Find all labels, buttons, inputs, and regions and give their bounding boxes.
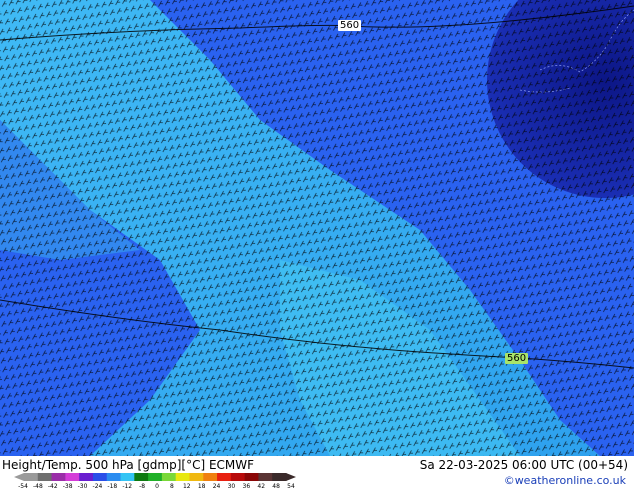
legend-tick-label: -12	[122, 483, 133, 490]
legend-arrow-right	[286, 473, 296, 481]
legend-swatch	[51, 473, 66, 481]
legend-tick-label: 8	[169, 483, 174, 490]
legend-tick-label: 30	[227, 483, 236, 490]
legend-swatch	[161, 473, 177, 481]
legend-swatch	[217, 473, 232, 481]
legend-tick-label: -18	[107, 483, 118, 490]
map-page: 560 560 Height/Temp. 500 hPa [gdmp][°C] …	[0, 0, 634, 490]
legend-tick-label: -8	[139, 483, 146, 490]
legend-swatch	[37, 473, 53, 481]
legend-swatch	[272, 473, 287, 481]
legend-swatch	[258, 473, 273, 481]
legend-tick-label: 12	[182, 483, 191, 490]
legend-tick-label: -30	[77, 483, 88, 490]
legend-arrow-left	[14, 473, 24, 481]
map-footer: Height/Temp. 500 hPa [gdmp][°C] ECMWF Sa…	[0, 456, 634, 490]
legend-tick-label: 42	[257, 483, 266, 490]
legend-swatch	[148, 473, 163, 481]
legend-tick-label: 48	[272, 483, 280, 490]
legend-tick-label: -42	[47, 483, 58, 490]
color-legend	[14, 473, 296, 481]
legend-swatch	[230, 473, 246, 481]
legend-swatch	[79, 473, 94, 481]
legend-tick-label: -24	[92, 483, 103, 490]
legend-swatch	[65, 473, 80, 481]
contour-label: 560	[338, 20, 362, 31]
legend-tick-label: 0	[155, 483, 159, 490]
legend-swatch	[24, 473, 39, 481]
legend-tick-label: 24	[212, 483, 221, 490]
legend-tick-label: -54	[18, 483, 28, 490]
legend-swatch	[106, 473, 122, 481]
legend-tick-label: -38	[62, 483, 73, 490]
legend-tick-label: 18	[197, 483, 206, 490]
map-title: Height/Temp. 500 hPa [gdmp][°C] ECMWF	[2, 458, 255, 472]
legend-tick-label: 36	[242, 483, 251, 490]
legend-swatch	[134, 473, 149, 481]
legend-swatch	[189, 473, 204, 481]
legend-tick-label: 54	[287, 483, 295, 490]
legend-swatch	[92, 473, 108, 481]
legend-swatch	[244, 473, 259, 481]
contour-label: 560	[505, 353, 529, 364]
map-canvas	[0, 0, 634, 456]
wind-barbs	[0, 0, 634, 456]
legend-tick-label: -48	[32, 483, 43, 490]
legend-swatch	[175, 473, 190, 481]
credit-link[interactable]: ©weatheronline.co.uk	[504, 474, 626, 487]
forecast-datetime: Sa 22-03-2025 06:00 UTC (00+54)	[419, 458, 628, 472]
legend-swatch	[203, 473, 218, 481]
legend-swatch	[120, 473, 135, 481]
weather-map[interactable]: 560 560	[0, 0, 634, 456]
legend-ticks: -54 -48 -42 -38 -30 -24 -18 -12 -8 0 8 12 18 24 30 36 42…	[18, 483, 295, 490]
